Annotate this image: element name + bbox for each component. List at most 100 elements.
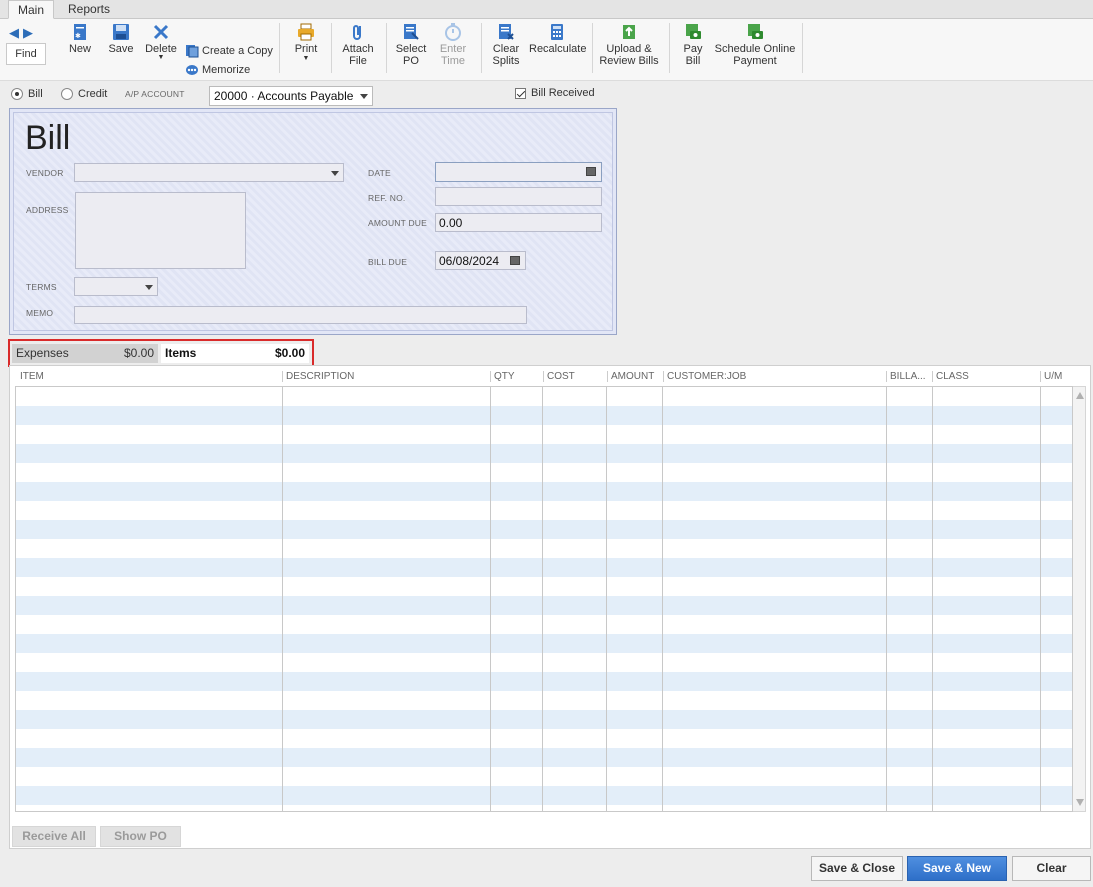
col-class[interactable]: CLASS xyxy=(936,371,969,382)
column-line xyxy=(282,387,283,811)
bill-radio[interactable]: Bill xyxy=(11,88,43,100)
chevron-down-icon xyxy=(145,285,153,290)
column-divider xyxy=(932,371,933,382)
address-label: ADDRESS xyxy=(26,205,69,215)
column-divider xyxy=(282,371,283,382)
credit-radio[interactable]: Credit xyxy=(61,88,107,100)
memorize-icon xyxy=(186,65,198,75)
select-po-button[interactable]: Select PO xyxy=(394,23,428,67)
pay-bill-icon xyxy=(686,24,701,39)
checkbox-checked-icon xyxy=(515,87,526,99)
terms-select[interactable] xyxy=(74,277,158,296)
col-description[interactable]: DESCRIPTION xyxy=(286,371,354,382)
new-button[interactable]: ✱ New xyxy=(66,23,94,55)
ribbon-tabs: Main Reports xyxy=(0,0,1093,19)
ref-no-field[interactable] xyxy=(435,187,602,206)
bill-due-field[interactable]: 06/08/2024 xyxy=(435,251,526,270)
stopwatch-icon xyxy=(445,23,461,41)
recalculate-button[interactable]: Recalculate xyxy=(529,23,586,55)
column-divider xyxy=(1040,371,1041,382)
enter-time-button[interactable]: Enter Time xyxy=(436,23,470,67)
receive-all-button[interactable]: Receive All xyxy=(12,826,96,847)
upload-bills-icon xyxy=(623,25,635,39)
ref-no-label: REF. NO. xyxy=(368,193,406,203)
printer-icon xyxy=(298,23,314,41)
highlight-box xyxy=(8,339,314,367)
column-divider xyxy=(663,371,664,382)
amount-due-label: AMOUNT DUE xyxy=(368,218,427,228)
amount-due-field[interactable]: 0.00 xyxy=(435,213,602,232)
col-billable[interactable]: BILLA... xyxy=(890,371,926,382)
attach-file-button[interactable]: Attach File xyxy=(340,23,376,67)
calendar-icon[interactable] xyxy=(510,256,520,265)
page-title: Bill xyxy=(25,119,71,157)
scroll-up-icon[interactable] xyxy=(1076,392,1084,399)
col-cost[interactable]: COST xyxy=(547,371,575,382)
svg-text:✱: ✱ xyxy=(75,32,81,40)
show-po-button[interactable]: Show PO xyxy=(100,826,181,847)
grid-scrollbar[interactable] xyxy=(1073,386,1086,812)
toolbar-separator xyxy=(802,23,803,73)
toolbar-separator xyxy=(386,23,387,73)
toolbar-separator xyxy=(279,23,280,73)
memo-field[interactable] xyxy=(74,306,527,324)
col-qty[interactable]: QTY xyxy=(494,371,515,382)
save-new-button[interactable]: Save & New xyxy=(907,856,1007,881)
copy-icon xyxy=(186,45,199,58)
column-line xyxy=(1040,387,1041,811)
bill-due-label: BILL DUE xyxy=(368,257,408,267)
save-close-button[interactable]: Save & Close xyxy=(811,856,903,881)
paperclip-icon xyxy=(353,25,361,40)
col-amount[interactable]: AMOUNT xyxy=(611,371,654,382)
grid-rows[interactable] xyxy=(15,386,1073,812)
back-arrow-icon[interactable]: ◀ xyxy=(9,25,23,40)
pay-bill-button[interactable]: Pay Bill xyxy=(679,23,707,67)
toolbar: ◀▶ Find ✱ New Save Delete ▼ Create a Cop… xyxy=(0,19,1093,81)
column-line xyxy=(932,387,933,811)
radio-empty-icon xyxy=(61,88,73,100)
column-divider xyxy=(607,371,608,382)
delete-x-icon xyxy=(153,24,169,40)
toolbar-separator xyxy=(481,23,482,73)
column-line xyxy=(542,387,543,811)
ap-account-select[interactable]: 20000 · Accounts Payable xyxy=(209,86,373,106)
chevron-down-icon xyxy=(331,171,339,176)
upload-review-bills-button[interactable]: Upload & Review Bills xyxy=(599,23,659,67)
radio-selected-icon xyxy=(11,88,23,100)
tab-reports[interactable]: Reports xyxy=(59,0,119,19)
save-button[interactable]: Save xyxy=(106,23,136,55)
grid-header: ITEM DESCRIPTION QTY COST AMOUNT CUSTOME… xyxy=(16,369,1072,385)
col-item[interactable]: ITEM xyxy=(20,371,44,382)
schedule-payment-icon xyxy=(748,24,763,39)
scroll-down-icon[interactable] xyxy=(1076,799,1084,806)
find-button[interactable]: Find xyxy=(6,43,46,65)
bill-panel: Bill VENDOR ADDRESS TERMS MEMO DATE REF.… xyxy=(9,108,617,335)
column-divider xyxy=(490,371,491,382)
date-label: DATE xyxy=(368,168,391,178)
clear-splits-button[interactable]: Clear Splits xyxy=(489,23,523,67)
terms-label: TERMS xyxy=(26,282,57,292)
calculator-icon xyxy=(551,24,563,40)
calendar-icon[interactable] xyxy=(586,167,596,176)
memo-label: MEMO xyxy=(26,308,54,318)
vendor-select[interactable] xyxy=(74,163,344,182)
forward-arrow-icon[interactable]: ▶ xyxy=(23,25,37,40)
delete-button[interactable]: Delete ▼ xyxy=(145,23,177,61)
tab-main[interactable]: Main xyxy=(8,0,55,19)
create-copy-button[interactable]: Create a Copy xyxy=(185,44,273,58)
bill-received-checkbox[interactable]: Bill Received xyxy=(515,87,595,99)
chevron-down-icon: ▼ xyxy=(302,55,310,62)
toolbar-separator xyxy=(592,23,593,73)
col-customer-job[interactable]: CUSTOMER:JOB xyxy=(667,371,746,382)
schedule-online-payment-button[interactable]: Schedule Online Payment xyxy=(712,23,798,67)
clear-button[interactable]: Clear xyxy=(1012,856,1091,881)
memorize-button[interactable]: Memorize xyxy=(185,64,250,76)
column-line xyxy=(886,387,887,811)
address-field[interactable] xyxy=(75,192,246,269)
print-button[interactable]: Print ▼ xyxy=(292,23,320,63)
date-field[interactable] xyxy=(435,162,602,182)
column-divider xyxy=(543,371,544,382)
col-um[interactable]: U/M xyxy=(1044,371,1062,382)
vendor-label: VENDOR xyxy=(26,168,64,178)
save-disk-icon xyxy=(113,24,129,40)
